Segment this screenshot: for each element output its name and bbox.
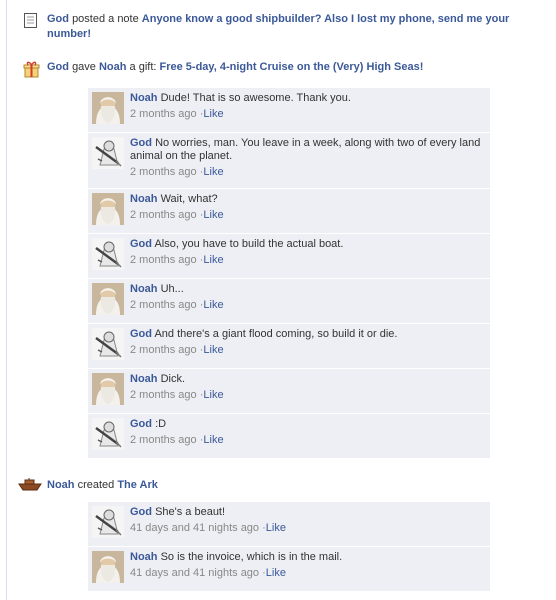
comment-time: 2 months ago bbox=[130, 108, 197, 120]
noah-avatar[interactable] bbox=[92, 373, 124, 405]
comment-text: Wait, what? bbox=[160, 193, 218, 205]
comment: God Also, you have to build the actual b… bbox=[88, 234, 490, 279]
like-link[interactable]: Like bbox=[203, 166, 223, 178]
noah-avatar[interactable] bbox=[92, 193, 124, 225]
comment-time: 41 days and 41 nights ago bbox=[130, 522, 260, 534]
comment-author[interactable]: God bbox=[130, 328, 152, 340]
comment-time: 2 months ago bbox=[130, 209, 197, 221]
feed-left-border bbox=[6, 0, 7, 600]
story-actor[interactable]: God bbox=[47, 13, 69, 25]
ark-icon bbox=[18, 478, 42, 495]
like-link[interactable]: Like bbox=[266, 522, 286, 534]
story-actor[interactable]: God bbox=[47, 61, 69, 73]
story-verb: created bbox=[77, 479, 115, 491]
story-note: God posted a note Anyone know a good shi… bbox=[23, 12, 536, 42]
story-verb: posted a note bbox=[72, 13, 139, 25]
like-link[interactable]: Like bbox=[203, 434, 223, 446]
god-avatar[interactable] bbox=[92, 506, 124, 538]
story-verb: gave bbox=[72, 61, 96, 73]
comment: God No worries, man. You leave in a week… bbox=[88, 133, 490, 189]
story-recipient[interactable]: Noah bbox=[99, 61, 127, 73]
comment-text: Dick. bbox=[160, 373, 186, 385]
comment-author[interactable]: God bbox=[130, 238, 152, 250]
comment-author[interactable]: Noah bbox=[130, 551, 158, 563]
like-link[interactable]: Like bbox=[203, 254, 223, 266]
like-link[interactable]: Like bbox=[203, 344, 223, 356]
comment-text: So is the invoice, which is in the mail. bbox=[160, 551, 343, 563]
like-link[interactable]: Like bbox=[203, 108, 223, 120]
note-icon bbox=[23, 12, 39, 32]
comment-author[interactable]: Noah bbox=[130, 92, 158, 104]
noah-avatar[interactable] bbox=[92, 283, 124, 315]
comment-text: And there's a giant flood coming, so bui… bbox=[154, 328, 398, 340]
like-link[interactable]: Like bbox=[203, 209, 223, 221]
story-ark: Noah created The Ark bbox=[18, 478, 536, 493]
god-avatar[interactable] bbox=[92, 238, 124, 270]
comment-time: 2 months ago bbox=[130, 299, 197, 311]
comment: God She's a beaut! 41 days and 41 nights… bbox=[88, 502, 490, 547]
comment-time: 2 months ago bbox=[130, 166, 197, 178]
comment-text: She's a beaut! bbox=[155, 506, 226, 518]
like-link[interactable]: Like bbox=[203, 389, 223, 401]
god-avatar[interactable] bbox=[92, 418, 124, 450]
comment-time: 2 months ago bbox=[130, 389, 197, 401]
comment-time: 41 days and 41 nights ago bbox=[130, 567, 260, 579]
comment-time: 2 months ago bbox=[130, 254, 197, 266]
comment-author[interactable]: God bbox=[130, 418, 152, 430]
comment-author[interactable]: Noah bbox=[130, 193, 158, 205]
god-avatar[interactable] bbox=[92, 137, 124, 169]
comment-text: Uh... bbox=[160, 283, 184, 295]
comment: Noah Uh... 2 months ago ·Like bbox=[88, 279, 490, 324]
comment: Noah Dick. 2 months ago ·Like bbox=[88, 369, 490, 414]
story-gift: God gave Noah a gift: Free 5-day, 4-nigh… bbox=[23, 60, 536, 78]
noah-avatar[interactable] bbox=[92, 551, 124, 583]
gift-icon bbox=[23, 60, 40, 81]
like-link[interactable]: Like bbox=[266, 567, 286, 579]
noah-avatar[interactable] bbox=[92, 92, 124, 124]
god-avatar[interactable] bbox=[92, 328, 124, 360]
comment-author[interactable]: God bbox=[130, 506, 152, 518]
ark-comments: God She's a beaut! 41 days and 41 nights… bbox=[88, 502, 490, 592]
comment-author[interactable]: Noah bbox=[130, 283, 158, 295]
gift-link[interactable]: Free 5-day, 4-night Cruise on the (Very)… bbox=[160, 61, 424, 73]
comment-time: 2 months ago bbox=[130, 434, 197, 446]
ark-link[interactable]: The Ark bbox=[117, 479, 158, 491]
comment: Noah So is the invoice, which is in the … bbox=[88, 547, 490, 592]
comment: Noah Wait, what? 2 months ago ·Like bbox=[88, 189, 490, 234]
comment: God And there's a giant flood coming, so… bbox=[88, 324, 490, 369]
comment-text: :D bbox=[155, 418, 167, 430]
comment-text: Dude! That is so awesome. Thank you. bbox=[160, 92, 351, 104]
comment-text: No worries, man. You leave in a week, al… bbox=[130, 137, 481, 162]
comment-text: Also, you have to build the actual boat. bbox=[154, 238, 344, 250]
comment: Noah Dude! That is so awesome. Thank you… bbox=[88, 88, 490, 133]
comment: God :D 2 months ago ·Like bbox=[88, 414, 490, 459]
comment-author[interactable]: Noah bbox=[130, 373, 158, 385]
comment-author[interactable]: God bbox=[130, 137, 152, 149]
like-link[interactable]: Like bbox=[203, 299, 223, 311]
story-verb-2: a gift: bbox=[129, 61, 157, 73]
comment-time: 2 months ago bbox=[130, 344, 197, 356]
gift-comments: Noah Dude! That is so awesome. Thank you… bbox=[88, 88, 490, 459]
story-actor[interactable]: Noah bbox=[47, 479, 75, 491]
